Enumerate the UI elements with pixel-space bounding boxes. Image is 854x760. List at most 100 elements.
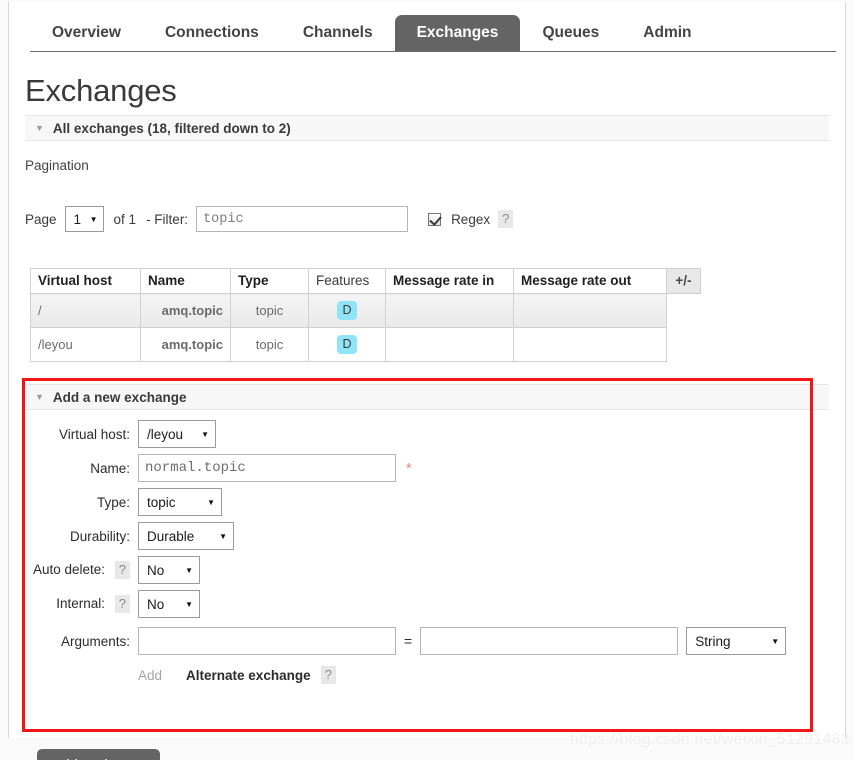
- col-message-rate-out[interactable]: Message rate out: [513, 268, 667, 294]
- tab-queues-label: Queues: [542, 23, 600, 41]
- tab-channels-label: Channels: [302, 23, 373, 41]
- form-row-type: Type: topic ▼: [25, 485, 829, 519]
- auto-delete-label-text: Auto delete:: [32, 562, 105, 577]
- table-row[interactable]: /leyou amq.topic topic D: [30, 327, 701, 362]
- form-row-virtual-host: Virtual host: /leyou ▼: [25, 417, 829, 451]
- regex-help-icon[interactable]: ?: [498, 210, 514, 228]
- type-label: Type:: [96, 494, 130, 510]
- argument-value-input[interactable]: [420, 627, 679, 655]
- cell-message-rate-out: [513, 293, 667, 328]
- page-number-select[interactable]: 1 ▼: [64, 206, 104, 232]
- internal-help-icon[interactable]: ?: [114, 595, 130, 613]
- filter-controls: Page 1 ▼ of 1 - Filter: Regex ?: [25, 197, 829, 241]
- exchanges-table: Virtual host Name Type Features Message …: [30, 268, 701, 362]
- form-row-durability: Durability: Durable ▼: [25, 519, 829, 553]
- chevron-down-icon: ▼: [771, 636, 780, 646]
- tab-overview[interactable]: Overview: [30, 15, 143, 52]
- form-row-arguments: Arguments: = String ▼: [25, 621, 829, 661]
- rabbitmq-management-page: Overview Connections Channels Exchanges …: [0, 0, 854, 760]
- tab-queues[interactable]: Queues: [520, 15, 621, 52]
- cell-features: D: [308, 293, 386, 328]
- exchange-type-value: topic: [147, 494, 176, 510]
- form-row-auto-delete: Auto delete: ? No ▼: [25, 553, 829, 587]
- tab-channels[interactable]: Channels: [281, 15, 395, 52]
- col-features[interactable]: Features: [308, 268, 386, 294]
- virtual-host-select[interactable]: /leyou ▼: [138, 420, 216, 448]
- page-title: Exchanges: [25, 73, 177, 108]
- form-row-add-argument: Add Alternate exchange ?: [25, 661, 829, 689]
- table-row[interactable]: / amq.topic topic D: [30, 293, 701, 328]
- arguments-label: Arguments:: [60, 633, 130, 649]
- form-row-internal: Internal: ? No ▼: [25, 587, 829, 621]
- internal-select[interactable]: No ▼: [138, 590, 200, 618]
- chevron-down-icon: ▼: [35, 122, 44, 133]
- alternate-exchange-label: Alternate exchange: [186, 667, 311, 683]
- chevron-down-icon: ▼: [185, 599, 193, 609]
- cell-message-rate-in: [385, 327, 514, 362]
- add-exchange-label: Add a new exchange: [52, 389, 187, 405]
- cell-name[interactable]: amq.topic: [140, 327, 231, 362]
- durable-badge: D: [337, 301, 357, 320]
- col-virtual-host[interactable]: Virtual host: [30, 268, 141, 294]
- cell-virtual-host: /leyou: [30, 327, 141, 362]
- tab-connections[interactable]: Connections: [143, 15, 281, 52]
- add-exchange-section-toggle[interactable]: ▼ Add a new exchange: [25, 384, 829, 410]
- exchange-name-input[interactable]: [138, 454, 396, 482]
- chevron-down-icon: ▼: [185, 565, 193, 575]
- main-navigation-bar: Overview Connections Channels Exchanges …: [9, 3, 845, 53]
- filter-label: - Filter:: [146, 211, 189, 227]
- pagination-heading: Pagination: [25, 158, 89, 173]
- durability-select[interactable]: Durable ▼: [138, 522, 234, 550]
- regex-checkbox[interactable]: [428, 212, 442, 226]
- auto-delete-value: No: [147, 562, 165, 578]
- col-type[interactable]: Type: [230, 268, 309, 294]
- cell-message-rate-out: [513, 327, 667, 362]
- page-label: Page: [25, 211, 57, 227]
- cell-spacer: [666, 293, 701, 328]
- column-toggle-button[interactable]: +/-: [666, 268, 701, 294]
- exchange-type-select[interactable]: topic ▼: [138, 488, 222, 516]
- equals-sign: =: [404, 633, 413, 649]
- col-message-rate-in[interactable]: Message rate in: [385, 268, 514, 294]
- tab-overview-label: Overview: [52, 23, 121, 41]
- chevron-down-icon: ▼: [201, 429, 209, 439]
- internal-value: No: [147, 596, 165, 612]
- cell-type: topic: [230, 293, 309, 328]
- all-exchanges-section-toggle[interactable]: ▼ All exchanges (18, filtered down to 2): [25, 115, 829, 141]
- auto-delete-help-icon[interactable]: ?: [114, 561, 130, 579]
- argument-type-value: String: [695, 633, 731, 649]
- cell-name[interactable]: amq.topic: [140, 293, 231, 328]
- virtual-host-label: Virtual host:: [58, 426, 130, 442]
- tab-connections-label: Connections: [164, 23, 259, 41]
- auto-delete-label: Auto delete: ?: [25, 561, 138, 579]
- page-content: Exchanges ▼ All exchanges (18, filtered …: [9, 52, 845, 760]
- argument-type-select[interactable]: String ▼: [686, 627, 787, 655]
- col-name[interactable]: Name: [140, 268, 231, 294]
- form-row-name: Name: *: [25, 451, 829, 485]
- table-header-row: Virtual host Name Type Features Message …: [30, 268, 701, 294]
- chevron-down-icon: ▼: [35, 391, 44, 402]
- argument-key-input[interactable]: [138, 627, 396, 655]
- tab-admin[interactable]: Admin: [621, 15, 713, 52]
- add-argument-link[interactable]: Add: [138, 668, 162, 683]
- cell-message-rate-in: [385, 293, 514, 328]
- tab-exchanges[interactable]: Exchanges: [394, 14, 521, 51]
- chevron-down-icon: ▼: [89, 214, 98, 224]
- add-exchange-button[interactable]: Add exchange: [37, 749, 160, 760]
- virtual-host-value: /leyou: [147, 426, 184, 442]
- alternate-exchange-help-icon[interactable]: ?: [320, 666, 336, 684]
- durable-badge: D: [337, 335, 357, 354]
- page-of-label: of 1: [113, 211, 137, 227]
- add-exchange-form: Virtual host: /leyou ▼ Name: * Type: top…: [25, 417, 829, 689]
- filter-input[interactable]: [196, 206, 409, 232]
- chevron-down-icon: ▼: [207, 497, 215, 507]
- page-number-value: 1: [73, 211, 82, 227]
- auto-delete-select[interactable]: No ▼: [138, 556, 200, 584]
- regex-label: Regex: [451, 211, 491, 227]
- name-label: Name:: [90, 460, 130, 476]
- cell-virtual-host: /: [30, 293, 141, 328]
- required-marker: *: [406, 459, 412, 477]
- durability-value: Durable: [147, 528, 195, 544]
- internal-label-text: Internal:: [56, 596, 105, 611]
- nav-tabs: Overview Connections Channels Exchanges …: [30, 11, 714, 51]
